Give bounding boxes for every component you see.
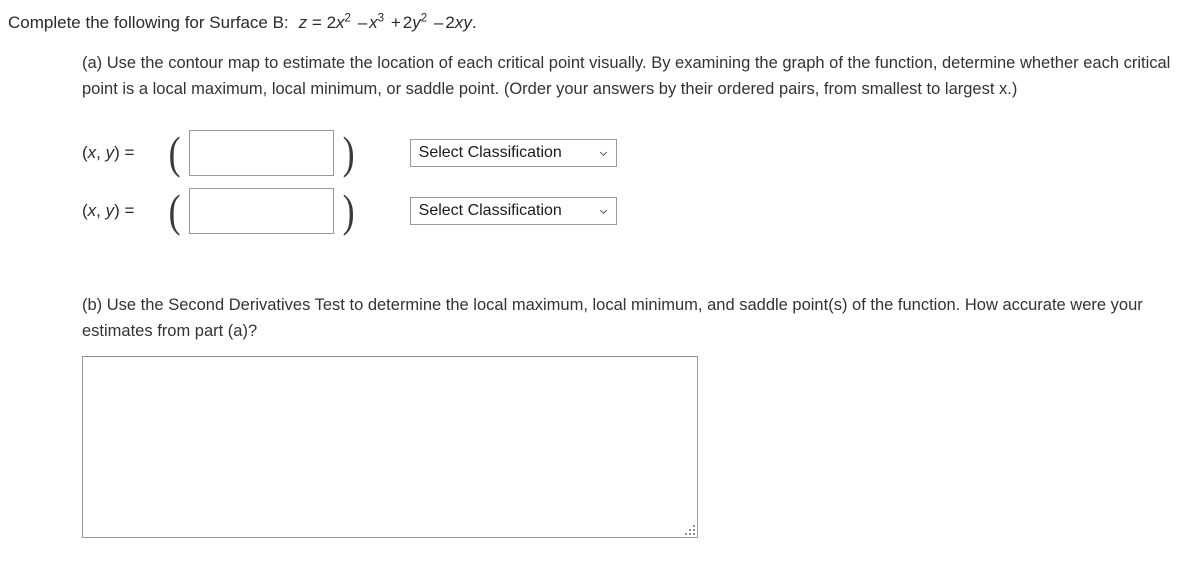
open-paren-2: (: [168, 185, 181, 237]
chevron-down-icon: [599, 151, 607, 156]
critical-point-input-2[interactable]: [189, 188, 335, 234]
critical-point-answer-rows: (x, y) = ( ) Select Classification (x, y…: [82, 124, 1192, 240]
part-b-answer-textarea[interactable]: [82, 356, 698, 538]
prompt-line: Complete the following for Surface B: z =…: [8, 12, 477, 34]
critical-point-row-1: (x, y) = ( ) Select Classification: [82, 124, 1192, 182]
critical-point-row-2: (x, y) = ( ) Select Classification: [82, 182, 1192, 240]
equation-term-3: 2y2: [402, 12, 428, 32]
equation-period: .: [471, 13, 477, 32]
question-content: (a) Use the contour map to estimate the …: [82, 50, 1192, 538]
equation-term-4: 2xy: [445, 13, 472, 32]
equation-lhs: z: [298, 13, 308, 32]
close-paren-1: ): [343, 127, 355, 179]
part-b-text: (b) Use the Second Derivatives Test to d…: [82, 296, 1143, 340]
critical-point-input-1[interactable]: [189, 130, 335, 176]
classification-select-label-2: Select Classification: [418, 202, 562, 219]
equation-equals: =: [311, 13, 322, 32]
chevron-down-icon: [599, 209, 607, 214]
classification-select-2[interactable]: Select Classification: [409, 197, 617, 225]
prompt-lead: Complete the following for Surface B:: [8, 13, 289, 32]
part-a-text: (a) Use the contour map to estimate the …: [82, 54, 1171, 98]
xy-label-1: (x, y) =: [82, 143, 135, 162]
part-b-block: (b) Use the Second Derivatives Test to d…: [82, 292, 1192, 538]
equation-term-2: x3: [369, 12, 385, 32]
equation-term-1: 2x2: [326, 12, 351, 32]
xy-label-2: (x, y) =: [82, 201, 135, 220]
classification-select-label-1: Select Classification: [418, 144, 562, 161]
close-paren-2: ): [343, 185, 355, 237]
equation-op-4: –: [433, 13, 444, 32]
surface-equation: z = 2x2 – x3 +2y2 –2xy.: [299, 13, 477, 32]
part-b-answer-area: [82, 356, 698, 538]
equation-op-2: –: [357, 13, 368, 32]
classification-select-1[interactable]: Select Classification: [409, 139, 617, 167]
equation-op-3: +: [390, 13, 401, 32]
open-paren-1: (: [168, 127, 181, 179]
